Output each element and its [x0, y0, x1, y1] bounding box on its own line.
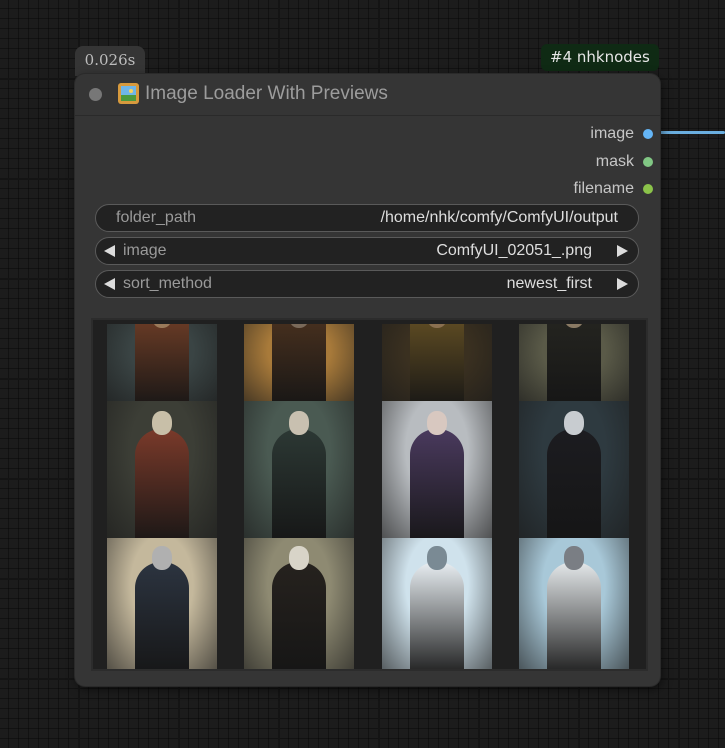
- thumbnail-yeti-with-staff[interactable]: [519, 538, 629, 669]
- thumbnail-face: [289, 546, 309, 570]
- thumbnail-face: [289, 411, 309, 435]
- folder-path-widget[interactable]: folder_path /home/nhk/comfy/ComfyUI/outp…: [95, 204, 639, 232]
- right-arrow-icon[interactable]: [617, 245, 628, 257]
- output-label-filename: filename: [573, 180, 634, 197]
- node-titlebar[interactable]: Image Loader With Previews: [75, 74, 660, 116]
- thumbnail-figure: [272, 429, 326, 538]
- widget-value: newest_first: [506, 275, 592, 292]
- thumbnail-face: [427, 411, 447, 435]
- thumbnail-antlered-robed-figure[interactable]: [107, 538, 217, 669]
- output-slot-filename[interactable]: filename: [460, 177, 660, 201]
- output-label-mask: mask: [595, 153, 634, 170]
- thumbnail-figure: [135, 324, 189, 401]
- thumbnail-skeleton-robed[interactable]: [107, 401, 217, 538]
- output-slot-image[interactable]: image: [460, 122, 660, 146]
- collapse-toggle[interactable]: [89, 88, 102, 101]
- image-output-link[interactable]: [655, 131, 725, 134]
- thumbnail-face: [564, 411, 584, 435]
- widget-label: sort_method: [123, 275, 212, 292]
- thumbnail-robed-figure-clasped-hands[interactable]: [382, 324, 492, 401]
- thumbnail-masked-hooded-figure[interactable]: [244, 538, 354, 669]
- thumbnail-figure: [135, 562, 189, 669]
- node-id-badge: #4 nhknodes: [541, 44, 659, 71]
- thumbnail-robed-figure-seated[interactable]: [244, 324, 354, 401]
- thumbnail-figure: [410, 429, 464, 538]
- thumbnail-figure: [547, 324, 601, 401]
- right-arrow-icon[interactable]: [617, 278, 628, 290]
- output-dot-image[interactable]: [643, 129, 653, 139]
- output-label-image: image: [590, 125, 634, 142]
- output-slot-mask[interactable]: mask: [460, 150, 660, 174]
- output-dot-filename[interactable]: [643, 184, 653, 194]
- thumbnail-face: [427, 546, 447, 570]
- left-arrow-icon[interactable]: [104, 278, 115, 290]
- thumbnail-yeti[interactable]: [382, 538, 492, 669]
- thumbnail-figure: [272, 562, 326, 669]
- framed-picture-icon: [118, 83, 139, 104]
- thumbnail-figure: [410, 562, 464, 669]
- thumbnail-figure: [547, 562, 601, 669]
- image-preview-gallery[interactable]: [91, 318, 648, 671]
- widget-value: ComfyUI_02051_.png: [436, 242, 592, 259]
- widget-label: image: [123, 242, 167, 259]
- thumbnail-robed-figure-crossed-arms[interactable]: [107, 324, 217, 401]
- thumbnail-figure: [547, 429, 601, 538]
- thumbnail-hooded-figure-clasped-hands[interactable]: [519, 324, 629, 401]
- thumbnail-face: [152, 411, 172, 435]
- thumbnail-figure: [410, 324, 464, 401]
- execution-time-badge: 0.026s: [75, 46, 145, 76]
- thumbnail-dark-witch[interactable]: [519, 401, 629, 538]
- image-loader-node[interactable]: Image Loader With Previews image mask fi…: [75, 74, 660, 686]
- node-title: Image Loader With Previews: [145, 83, 388, 104]
- thumbnail-face: [152, 546, 172, 570]
- widget-value: /home/nhk/comfy/ComfyUI/output: [380, 209, 618, 226]
- thumbnail-figure: [272, 324, 326, 401]
- left-arrow-icon[interactable]: [104, 245, 115, 257]
- thumbnail-elf-with-staff[interactable]: [244, 401, 354, 538]
- thumbnail-figure: [135, 429, 189, 538]
- thumbnail-white-haired-woman[interactable]: [382, 401, 492, 538]
- widget-label: folder_path: [116, 209, 197, 226]
- sort-method-combo-widget[interactable]: sort_method newest_first: [95, 270, 639, 298]
- image-combo-widget[interactable]: image ComfyUI_02051_.png: [95, 237, 639, 265]
- thumbnail-face: [564, 546, 584, 570]
- output-dot-mask[interactable]: [643, 157, 653, 167]
